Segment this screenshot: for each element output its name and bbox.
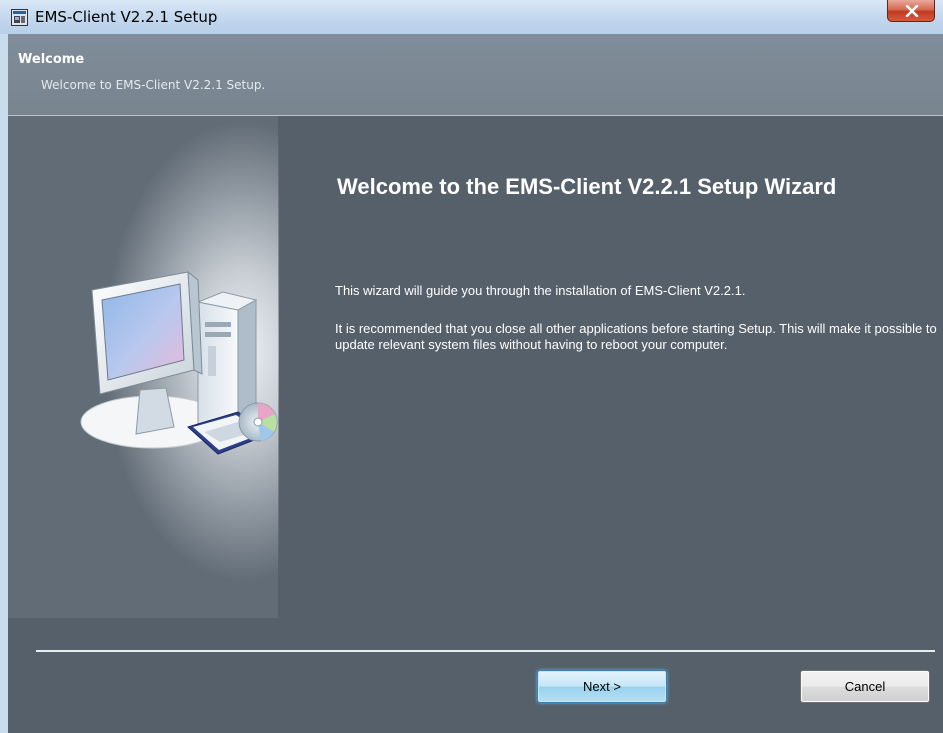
title-bar[interactable]: EMS-Client V2.2.1 Setup xyxy=(0,0,943,34)
welcome-heading: Welcome to the EMS-Client V2.2.1 Setup W… xyxy=(337,174,837,199)
wizard-header: Welcome Welcome to EMS-Client V2.2.1 Set… xyxy=(8,34,943,116)
side-divider xyxy=(278,130,279,570)
intro-text: This wizard will guide you through the i… xyxy=(335,283,746,298)
setup-window: EMS-Client V2.2.1 Setup Welcome Welcome … xyxy=(0,0,943,733)
installer-icon xyxy=(11,9,28,26)
wizard-body: Welcome Welcome to EMS-Client V2.2.1 Set… xyxy=(8,34,943,733)
close-button[interactable] xyxy=(887,0,935,22)
computer-illustration xyxy=(78,262,278,482)
recommendation-text: It is recommended that you close all oth… xyxy=(335,321,937,352)
header-title: Welcome xyxy=(18,52,85,67)
cancel-button[interactable]: Cancel xyxy=(800,670,930,703)
next-button[interactable]: Next > xyxy=(537,670,667,703)
header-subtitle: Welcome to EMS-Client V2.2.1 Setup. xyxy=(41,78,266,92)
window-title: EMS-Client V2.2.1 Setup xyxy=(35,8,218,26)
footer-divider xyxy=(36,650,935,652)
